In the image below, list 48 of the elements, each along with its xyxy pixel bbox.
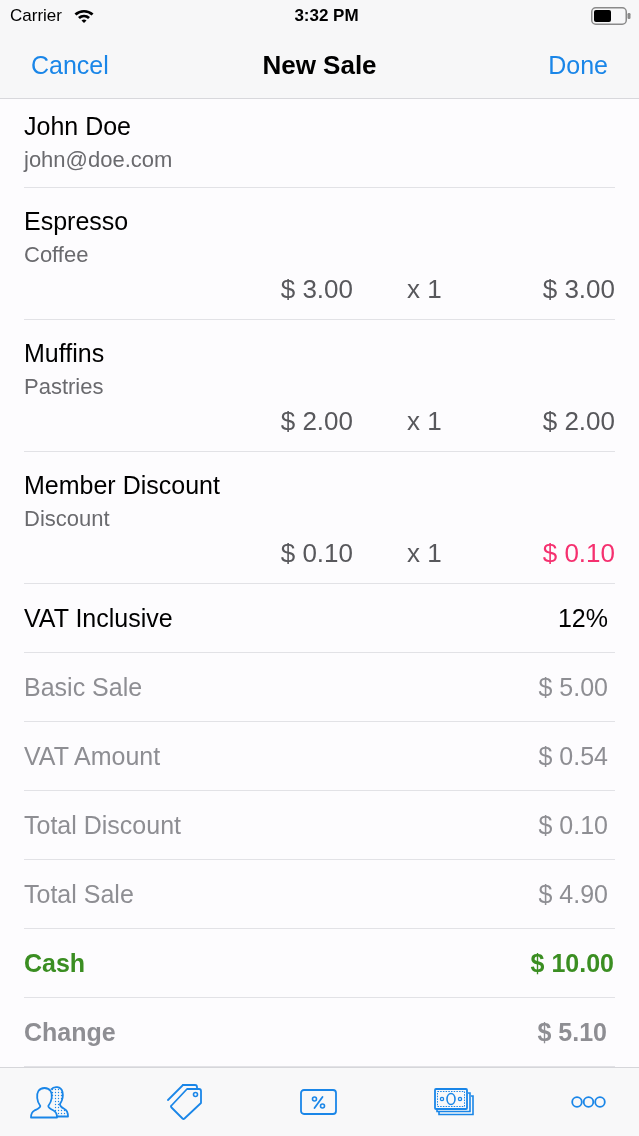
more-button[interactable] — [571, 1096, 606, 1108]
quantity: x 1 — [406, 537, 442, 569]
item-name: Espresso — [24, 206, 129, 236]
screen-title: New Sale — [262, 49, 377, 81]
summary-value: $ 5.00 — [538, 672, 609, 702]
discounts-button[interactable] — [300, 1089, 337, 1115]
unit-price: $ 0.10 — [280, 537, 353, 569]
item-name: Muffins — [24, 338, 105, 368]
banknotes-icon — [434, 1088, 474, 1116]
item-name: Member Discount — [24, 470, 220, 500]
item-category: Coffee — [24, 242, 89, 268]
tags-icon — [166, 1084, 203, 1120]
quantity: x 1 — [406, 405, 442, 437]
unit-price: $ 3.00 — [280, 273, 353, 305]
wifi-icon — [73, 9, 94, 23]
people-icon — [30, 1085, 69, 1119]
cancel-button[interactable]: Cancel — [31, 50, 109, 80]
line-total: $ 0.10 — [542, 537, 615, 569]
summary-value: $ 4.90 — [538, 879, 609, 909]
item-category: Pastries — [24, 374, 104, 400]
summary-label: VAT Amount — [24, 741, 161, 771]
quantity: x 1 — [406, 273, 442, 305]
summary-label: Total Discount — [24, 810, 182, 840]
products-button[interactable] — [166, 1084, 203, 1120]
summary-label: Cash — [24, 948, 86, 978]
summary-value: $ 0.10 — [538, 810, 609, 840]
customers-button[interactable] — [30, 1085, 69, 1119]
summary-value: 12% — [557, 603, 609, 633]
status-time: 3:32 PM — [294, 6, 359, 26]
summary-label: VAT Inclusive — [24, 603, 173, 633]
summary-value: $ 0.54 — [538, 741, 609, 771]
unit-price: $ 2.00 — [280, 405, 353, 437]
line-total: $ 2.00 — [542, 405, 615, 437]
summary-value: $ 5.10 — [537, 1017, 608, 1047]
summary-label: Basic Sale — [24, 672, 143, 702]
percent-icon — [300, 1089, 337, 1115]
item-category: Discount — [24, 506, 110, 532]
done-button[interactable]: Done — [548, 50, 608, 80]
line-total: $ 3.00 — [542, 273, 615, 305]
carrier-label: Carrier — [10, 6, 62, 26]
payments-button[interactable] — [434, 1088, 474, 1116]
summary-label: Total Sale — [24, 879, 134, 909]
summary-value: $ 10.00 — [530, 948, 615, 978]
summary-label: Change — [24, 1017, 116, 1047]
customer-email: john@doe.com — [24, 147, 173, 173]
customer-name: John Doe — [24, 111, 132, 141]
battery-icon — [591, 7, 631, 25]
more-icon — [571, 1096, 606, 1108]
